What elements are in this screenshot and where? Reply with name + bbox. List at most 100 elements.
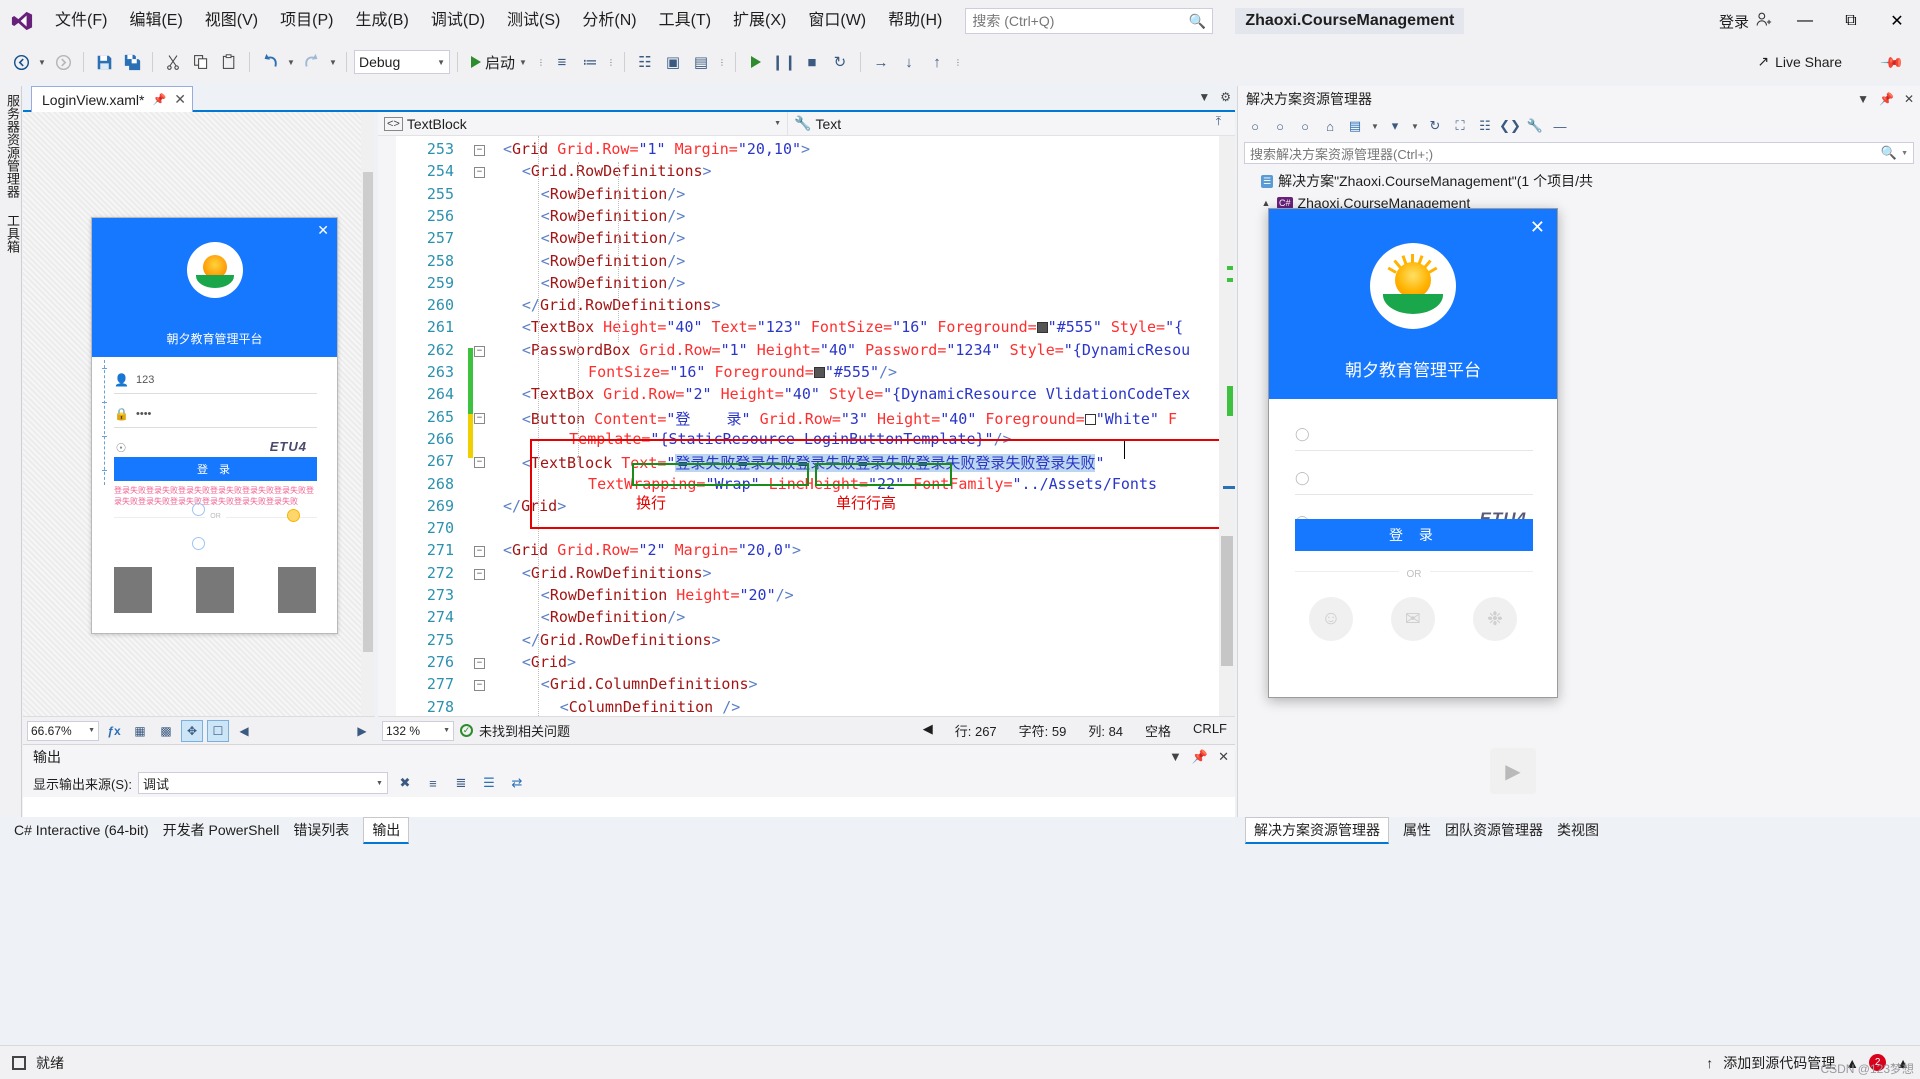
se-tab-properties[interactable]: 属性 [1403,820,1431,840]
fold-minus-icon[interactable]: − [474,145,485,156]
paste-icon[interactable] [216,49,242,75]
close-icon[interactable]: ✕ [1530,217,1545,238]
se-tab-team-explorer[interactable]: 团队资源管理器 [1445,820,1543,840]
cut-icon[interactable] [160,49,186,75]
output-list-icon[interactable]: ≡ [422,772,444,794]
step-out-icon[interactable]: ↑ [924,49,950,75]
fold-minus-icon[interactable]: − [474,345,485,357]
chevron-down-icon[interactable]: ▼ [1169,749,1182,765]
chevron-down-icon[interactable]: ▼ [1857,92,1869,106]
chevron-left-icon[interactable]: ◀ [923,721,933,740]
dock-tab-toolbox[interactable]: 工具箱 [0,206,25,261]
menu-help[interactable]: 帮助(H) [877,6,953,36]
continue-icon[interactable] [743,49,769,75]
menu-file[interactable]: 文件(F) [44,6,118,36]
undo-dropdown-icon[interactable]: ▼ [285,58,297,67]
navigate-back-icon[interactable] [8,49,34,75]
close-icon[interactable]: ✕ [174,91,186,108]
bottom-tab-output[interactable]: 输出 [363,816,410,844]
step-over-icon[interactable]: → [868,49,894,75]
qq-icon[interactable]: ☺ [1309,597,1353,641]
bottom-tab-dev-powershell[interactable]: 开发者 PowerShell [163,820,280,840]
configuration-select[interactable]: Debug ▼ [354,50,450,74]
grid-icon[interactable]: ▦ [129,720,151,742]
refresh-icon[interactable]: ○ [1294,115,1316,137]
menu-build[interactable]: 生成(B) [344,6,419,36]
code-text-area[interactable]: 253− <Grid Grid.Row="1" Margin="20,10"> 25… [378,136,1235,716]
xaml-code-editor[interactable]: <> TextBlock ▼ 🔧 Text ⤒ 253− <Grid Grid.R… [378,111,1235,716]
menu-edit[interactable]: 编辑(E) [118,6,193,36]
home-icon[interactable]: ⌂ [1319,115,1341,137]
bottom-tab-csharp-interactive[interactable]: C# Interactive (64-bit) [14,822,149,838]
chevron-right-icon[interactable]: ▶ [351,720,373,742]
start-options-icon[interactable]: ⋮ [535,58,547,67]
designer-vertical-scrollbar[interactable] [361,112,375,716]
preview-username-field[interactable]: ◯ [1295,417,1533,451]
menu-project[interactable]: 项目(P) [269,6,344,36]
xaml-designer-pane[interactable]: ✕ 朝夕教育管理平台 👤 123 🔒 •••• ☉ ETU4 登 录 登录失败登… [23,112,375,716]
member-select-element[interactable]: <> TextBlock ▼ [378,111,788,136]
redo-icon[interactable] [299,49,325,75]
forward-icon[interactable]: ○ [1269,115,1291,137]
move-tool-icon[interactable]: ✥ [181,719,203,742]
designer-zoom-select[interactable]: 66.67% ▼ [27,720,99,741]
menu-test[interactable]: 测试(S) [496,6,571,36]
filter-icon[interactable]: ▾ [1384,115,1406,137]
menu-tools[interactable]: 工具(T) [648,6,722,36]
chevron-down-icon[interactable]: ▼ [1369,122,1381,131]
redo-dropdown-icon[interactable]: ▼ [327,58,339,67]
collapse-all-icon[interactable]: ▤ [1344,115,1366,137]
stop-debug-icon[interactable]: ■ [799,49,825,75]
undo-icon[interactable] [257,49,283,75]
output-source-select[interactable]: 调试 ▼ [137,772,388,794]
expand-up-icon[interactable]: ⤒ [1216,114,1221,129]
preview-password-field[interactable]: ◯ [1295,461,1533,495]
quick-search-input[interactable]: 搜索 (Ctrl+Q) 🔍 [965,8,1214,34]
word-wrap-icon[interactable]: ☰ [478,772,500,794]
fold-minus-icon[interactable]: − [474,167,485,179]
grid-alt-icon[interactable]: ▩ [155,720,177,742]
pin-icon[interactable]: 📌 [1192,749,1208,765]
bottom-tab-error-list[interactable]: 错误列表 [293,820,349,840]
show-all-files-icon[interactable]: ❮❯ [1499,115,1521,137]
menu-extensions[interactable]: 扩展(X) [722,6,797,36]
fold-minus-icon[interactable]: − [474,657,485,669]
source-control-label[interactable]: 添加到源代码管理 [1723,1053,1835,1073]
live-share-button[interactable]: ↗ Live Share [1749,50,1850,73]
back-icon[interactable]: ○ [1244,115,1266,137]
minimize-icon[interactable]: — [1782,0,1828,42]
pin-icon[interactable]: 📌 [1879,92,1894,106]
pause-icon[interactable]: ❙❙ [771,49,797,75]
wrench-icon[interactable]: 🔧 [1524,115,1546,137]
dock-tab-server-explorer[interactable]: 服务器资源管理器 [0,86,25,206]
hot-reload-icon[interactable]: ≔ [577,49,603,75]
more-icon[interactable]: ⋮ [716,58,728,67]
document-tab-loginview[interactable]: LoginView.xaml* 📌 ✕ [31,86,193,112]
chevron-down-icon[interactable]: ▼ [1409,122,1421,131]
restart-icon[interactable]: ↻ [827,49,853,75]
sign-in-button[interactable]: 登录 [1709,11,1782,32]
indent-icon[interactable]: ≡ [549,49,575,75]
menu-window[interactable]: 窗口(W) [797,6,877,36]
menu-view[interactable]: 视图(V) [194,6,269,36]
solution-explorer-search-input[interactable]: 搜索解决方案资源管理器(Ctrl+;) 🔍 ▼ [1244,142,1914,164]
preview-login-button[interactable]: 登 录 [1295,519,1533,551]
chevron-left-icon[interactable]: ◀ [233,720,255,742]
output-list-alt-icon[interactable]: ≣ [450,772,472,794]
save-all-icon[interactable] [119,49,145,75]
save-icon[interactable] [91,49,117,75]
se-tab-class-view[interactable]: 类视图 [1557,820,1599,840]
fold-minus-icon[interactable]: − [474,546,485,558]
fold-minus-icon[interactable]: − [474,568,485,580]
pin-icon[interactable]: 📌 [152,93,166,106]
tree-item-solution[interactable]: ☰ 解决方案"Zhaoxi.CourseManagement"(1 个项目/共 [1244,170,1920,192]
pin-icon[interactable]: 📌 [1880,50,1906,76]
close-icon[interactable]: ✕ [1904,92,1914,106]
close-icon[interactable]: ✕ [1218,749,1229,765]
restore-icon[interactable]: ⧉ [1828,0,1874,42]
editor-vertical-scrollbar[interactable] [1219,136,1235,716]
fold-minus-icon[interactable]: − [474,680,485,692]
back-dropdown-icon[interactable]: ▼ [36,58,48,67]
more-icon[interactable]: ⋮ [952,58,964,67]
snapshot-icon[interactable]: ☷ [632,49,658,75]
